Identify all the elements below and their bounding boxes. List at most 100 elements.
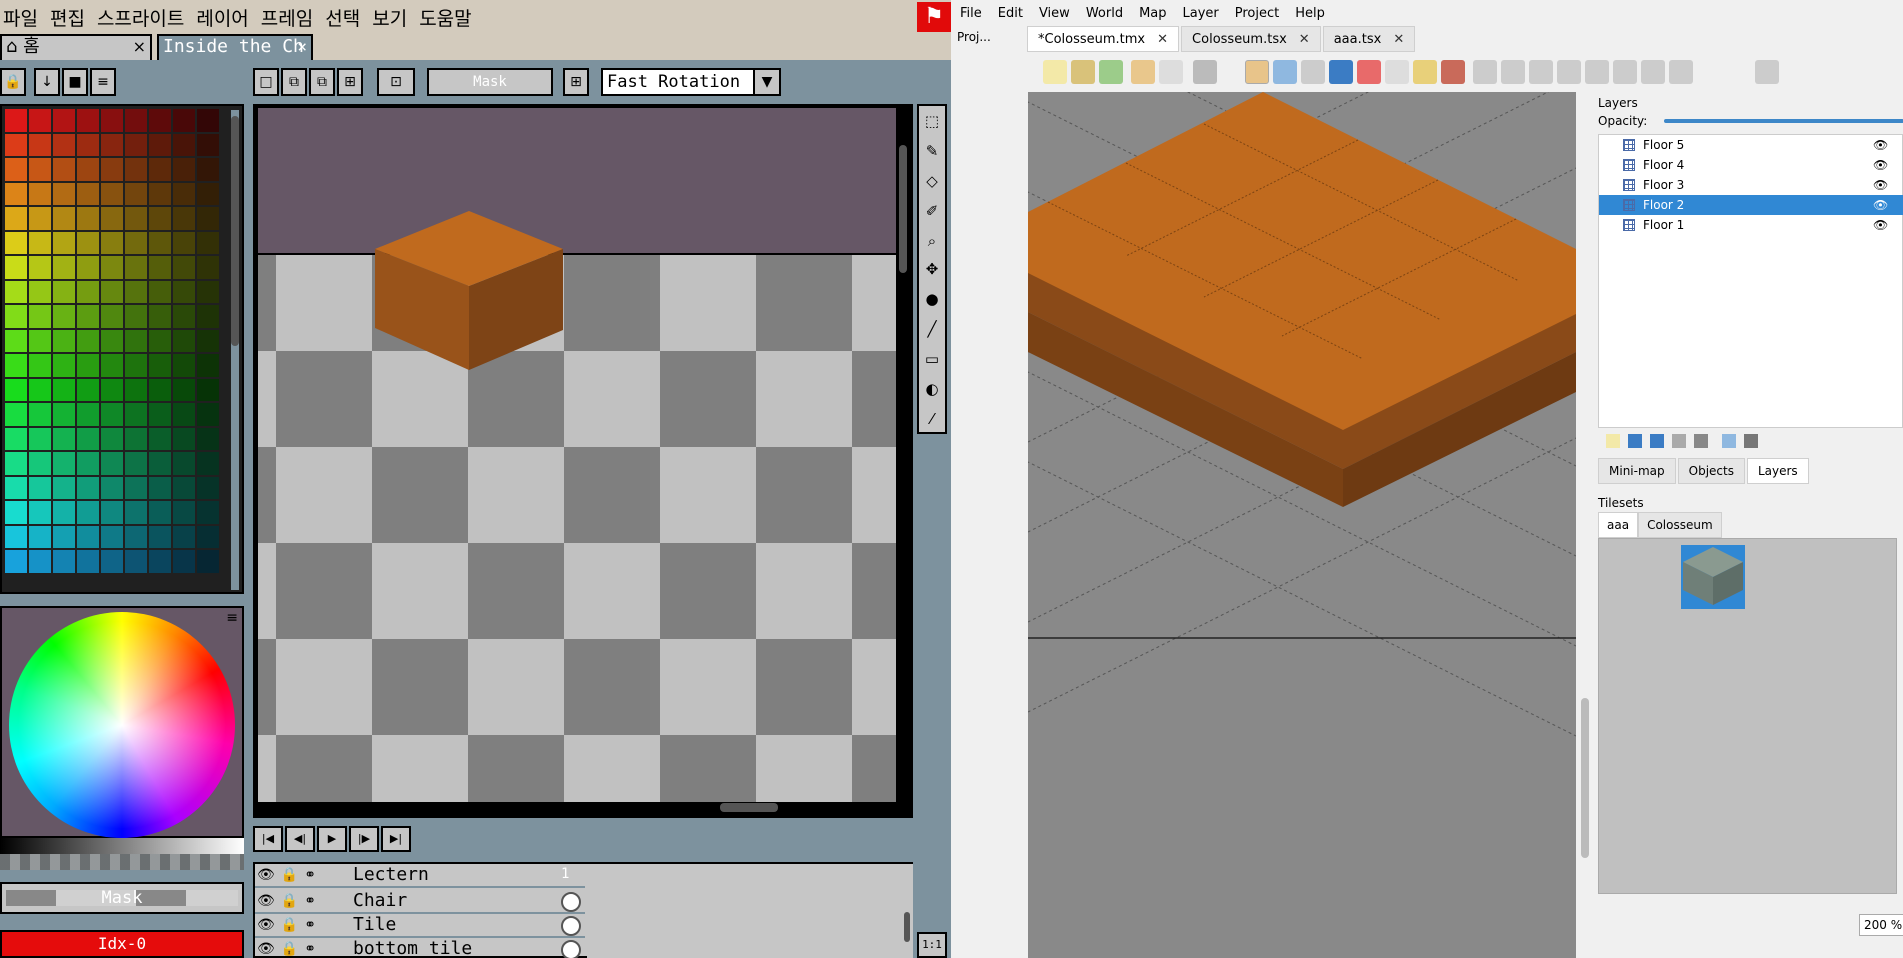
menu-edit[interactable]: 편집 [47, 4, 94, 31]
palette-swatch[interactable] [53, 525, 75, 548]
palette-swatch[interactable] [77, 525, 99, 548]
rectangle-icon[interactable]: ▭ [921, 348, 943, 370]
palette-swatch[interactable] [5, 182, 27, 205]
eye-icon[interactable]: 👁 [1873, 155, 1888, 175]
tab-tileset-aaa[interactable]: aaa [1598, 512, 1639, 538]
palette-swatch[interactable] [197, 550, 219, 573]
palette-swatch[interactable] [197, 403, 219, 426]
canvas-vertical-scrollbar[interactable] [899, 145, 907, 273]
palette-swatch[interactable] [197, 280, 219, 303]
menu-help[interactable]: 도움말 [416, 4, 480, 31]
palette-swatch[interactable] [197, 133, 219, 156]
menu-file[interactable]: File [960, 6, 982, 21]
palette-swatch[interactable] [149, 158, 171, 181]
transparent-mask-button[interactable]: Mask [427, 68, 553, 96]
lock-icon[interactable] [1744, 434, 1758, 448]
menu-layer[interactable]: Layer [1183, 6, 1219, 21]
palette-swatch[interactable] [5, 378, 27, 401]
palette-swatch[interactable] [173, 354, 195, 377]
insert-polygon-icon[interactable] [1613, 60, 1637, 84]
insert-ellipse-icon[interactable] [1585, 60, 1609, 84]
menu-map[interactable]: Map [1139, 6, 1166, 21]
palette-swatch[interactable] [149, 182, 171, 205]
marquee-icon[interactable]: ⬚ [921, 110, 943, 132]
palette-swatch[interactable] [5, 525, 27, 548]
palette-swatch[interactable] [29, 378, 51, 401]
palette-menu-icon[interactable]: ≡ [90, 68, 116, 96]
magic-wand-icon[interactable] [1413, 60, 1437, 84]
palette-swatch[interactable] [101, 280, 123, 303]
tab-tileset-colosseum[interactable]: Colosseum [1638, 512, 1722, 538]
palette-swatch[interactable] [53, 550, 75, 573]
layer-row[interactable]: 👁🔒⚭ Tile [255, 914, 585, 938]
palette-swatch[interactable] [149, 329, 171, 352]
palette-swatch[interactable] [197, 452, 219, 475]
palette-swatch[interactable] [101, 354, 123, 377]
palette-swatch[interactable] [77, 280, 99, 303]
palette-swatch[interactable] [53, 158, 75, 181]
palette-swatch[interactable] [77, 182, 99, 205]
palette-swatch[interactable] [125, 280, 147, 303]
insert-point-icon[interactable] [1557, 60, 1581, 84]
palette-swatch[interactable] [53, 378, 75, 401]
palette-swatch[interactable] [101, 256, 123, 279]
tab-layers[interactable]: Layers [1746, 458, 1809, 484]
eyedropper-icon[interactable]: ✐ [921, 200, 943, 222]
layer-row[interactable]: Floor 1 👁 [1599, 215, 1903, 235]
close-icon[interactable]: ✕ [1299, 32, 1310, 47]
palette-swatch[interactable] [101, 305, 123, 328]
palette-swatch[interactable] [53, 207, 75, 230]
palette-swatch[interactable] [173, 182, 195, 205]
palette-swatch[interactable] [101, 550, 123, 573]
palette-swatch[interactable] [5, 280, 27, 303]
palette-swatch[interactable] [197, 182, 219, 205]
palette-swatch[interactable] [77, 305, 99, 328]
palette-swatch[interactable] [197, 476, 219, 499]
palette-sort-icon[interactable]: ↓ [34, 68, 60, 96]
tab-objects[interactable]: Objects [1677, 458, 1745, 484]
lock-icon[interactable]: 🔒 [0, 68, 26, 96]
chevron-down-icon[interactable]: ▼ [753, 68, 781, 96]
palette-swatch[interactable] [125, 256, 147, 279]
palette-swatch[interactable] [197, 305, 219, 328]
palette-swatch[interactable] [77, 378, 99, 401]
menu-layer[interactable]: 레이어 [193, 4, 257, 31]
palette-swatch[interactable] [173, 207, 195, 230]
palette-swatch[interactable] [197, 378, 219, 401]
palette-swatch[interactable] [173, 109, 195, 132]
close-icon[interactable]: × [133, 36, 146, 58]
palette-swatch[interactable] [125, 452, 147, 475]
eye-icon[interactable]: 👁 [1873, 135, 1888, 155]
palette-swatch[interactable] [53, 305, 75, 328]
palette-swatch[interactable] [53, 501, 75, 524]
insert-template-icon[interactable] [1669, 60, 1693, 84]
palette-swatch[interactable] [149, 550, 171, 573]
palette-swatch[interactable] [173, 525, 195, 548]
menu-project[interactable]: Project [1235, 6, 1279, 21]
palette-swatch[interactable] [101, 231, 123, 254]
palette-swatch[interactable] [149, 280, 171, 303]
palette-swatch[interactable] [101, 427, 123, 450]
palette-swatch[interactable] [53, 329, 75, 352]
color-wheel[interactable] [9, 612, 235, 838]
palette-swatch[interactable] [29, 550, 51, 573]
palette-swatch[interactable] [5, 403, 27, 426]
palette-swatch[interactable] [5, 158, 27, 181]
palette-swatch[interactable] [77, 256, 99, 279]
project-tab[interactable]: Proj... [957, 26, 1019, 48]
palette-swatch[interactable] [5, 550, 27, 573]
palette-swatch[interactable] [29, 427, 51, 450]
layer-visibility-lock-icons[interactable]: 👁🔒⚭ [255, 938, 350, 958]
palette-swatch[interactable] [5, 476, 27, 499]
palette-swatch[interactable] [125, 427, 147, 450]
palette-swatch[interactable] [77, 207, 99, 230]
palette-swatch[interactable] [149, 476, 171, 499]
palette-swatch[interactable] [173, 329, 195, 352]
palette-swatch[interactable] [173, 158, 195, 181]
palette-swatch[interactable] [77, 476, 99, 499]
palette-swatch[interactable] [173, 305, 195, 328]
selected-tile[interactable] [1681, 545, 1745, 609]
palette-swatch[interactable] [197, 501, 219, 524]
palette-swatch[interactable] [5, 109, 27, 132]
cel-icon[interactable] [561, 916, 581, 936]
